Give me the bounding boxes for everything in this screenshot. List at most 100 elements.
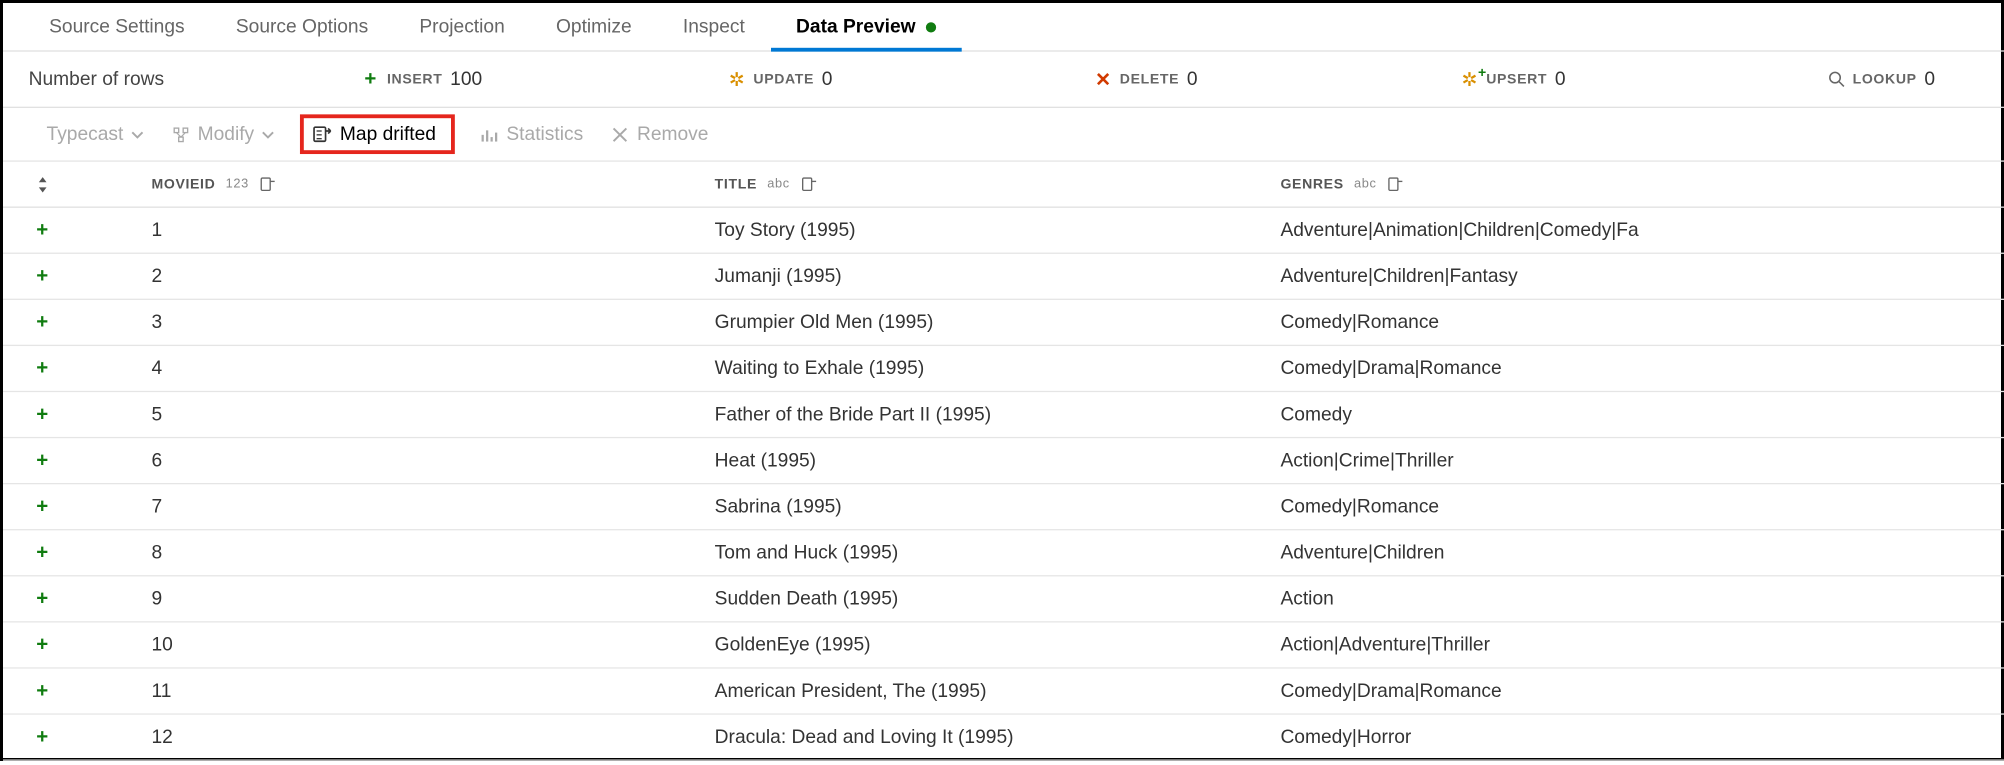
cell-title: American President, The (1995)	[715, 680, 1281, 702]
row-insert-marker: +	[36, 265, 151, 288]
stat-value: 0	[822, 68, 833, 90]
table-row[interactable]: +11American President, The (1995)Comedy|…	[3, 669, 2004, 715]
plus-icon: +	[36, 449, 48, 472]
stat-key: UPSERT	[1486, 71, 1547, 86]
cell-genres: Adventure|Animation|Children|Comedy|Fa	[1280, 219, 2004, 241]
cell-title: Father of the Bride Part II (1995)	[715, 404, 1281, 426]
column-title[interactable]: TITLE abc	[715, 175, 1281, 193]
stat-lookup: LOOKUP 0	[1827, 68, 2004, 90]
cell-movieid: 4	[151, 358, 714, 380]
cell-genres: Comedy|Drama|Romance	[1280, 680, 2004, 702]
plus-icon: +	[36, 587, 48, 610]
statistics-icon	[481, 125, 499, 143]
row-insert-marker: +	[36, 633, 151, 656]
cell-genres: Adventure|Children|Fantasy	[1280, 265, 2004, 287]
table-row[interactable]: +10GoldenEye (1995)Action|Adventure|Thri…	[3, 623, 2004, 669]
column-movieid[interactable]: MOVIEID 123	[151, 175, 714, 193]
tab-optimize[interactable]: Optimize	[530, 3, 657, 50]
remove-button[interactable]: Remove	[611, 123, 708, 145]
status-dot-icon	[926, 22, 936, 32]
row-insert-marker: +	[36, 449, 151, 472]
tab-source-options[interactable]: Source Options	[210, 3, 394, 50]
cell-genres: Comedy|Drama|Romance	[1280, 358, 2004, 380]
cell-movieid: 5	[151, 404, 714, 426]
cell-title: Sabrina (1995)	[715, 496, 1281, 518]
table-row[interactable]: +12Dracula: Dead and Loving It (1995)Com…	[3, 715, 2004, 761]
rows-label: Number of rows	[29, 68, 362, 90]
stat-key: UPDATE	[753, 71, 814, 86]
modify-icon	[172, 125, 190, 143]
plus-icon: +	[36, 495, 48, 518]
tool-label: Statistics	[506, 123, 583, 145]
stat-value: 0	[1187, 68, 1198, 90]
stat-key: DELETE	[1120, 71, 1179, 86]
cell-genres: Action|Crime|Thriller	[1280, 450, 2004, 472]
table-row[interactable]: +4Waiting to Exhale (1995)Comedy|Drama|R…	[3, 346, 2004, 392]
upsert-icon: ✲+	[1461, 70, 1479, 88]
stat-insert: + INSERT 100	[361, 68, 727, 90]
table-row[interactable]: +2Jumanji (1995)Adventure|Children|Fanta…	[3, 254, 2004, 300]
table-row[interactable]: +8Tom and Huck (1995)Adventure|Children	[3, 530, 2004, 576]
cell-title: Tom and Huck (1995)	[715, 542, 1281, 564]
cell-genres: Comedy|Horror	[1280, 726, 2004, 748]
stat-delete: ✕ DELETE 0	[1094, 68, 1460, 90]
cell-genres: Action|Adventure|Thriller	[1280, 634, 2004, 656]
modify-button[interactable]: Modify	[172, 123, 275, 145]
cell-movieid: 12	[151, 726, 714, 748]
sun-icon: ✲	[728, 70, 746, 88]
table-row[interactable]: +1Toy Story (1995)Adventure|Animation|Ch…	[3, 208, 2004, 254]
table-row[interactable]: +5Father of the Bride Part II (1995)Come…	[3, 392, 2004, 438]
table-row[interactable]: +9Sudden Death (1995)Action	[3, 576, 2004, 622]
cell-movieid: 8	[151, 542, 714, 564]
sort-column[interactable]	[36, 176, 151, 191]
row-insert-marker: +	[36, 726, 151, 749]
column-menu-icon[interactable]	[1387, 175, 1405, 193]
plus-icon: +	[36, 265, 48, 288]
stat-value: 0	[1555, 68, 1566, 90]
row-insert-marker: +	[36, 541, 151, 564]
tab-projection[interactable]: Projection	[394, 3, 531, 50]
column-menu-icon[interactable]	[800, 175, 818, 193]
tool-label: Map drifted	[340, 123, 436, 145]
cell-title: Toy Story (1995)	[715, 219, 1281, 241]
search-icon	[1827, 70, 1845, 88]
cell-title: Heat (1995)	[715, 450, 1281, 472]
tab-label: Projection	[419, 16, 504, 38]
column-label: GENRES	[1280, 176, 1343, 191]
cell-movieid: 11	[151, 680, 714, 702]
stat-value: 0	[1924, 68, 1935, 90]
stats-bar: Number of rows + INSERT 100 ✲ UPDATE 0 ✕…	[3, 52, 2004, 108]
map-drifted-button[interactable]: Map drifted	[300, 114, 455, 154]
column-menu-icon[interactable]	[259, 175, 277, 193]
row-insert-marker: +	[36, 357, 151, 380]
tab-label: Source Options	[236, 16, 368, 38]
type-badge: abc	[1354, 177, 1377, 191]
type-badge: abc	[767, 177, 790, 191]
plus-icon: +	[36, 219, 48, 242]
stat-key: INSERT	[387, 71, 442, 86]
cell-movieid: 10	[151, 634, 714, 656]
row-insert-marker: +	[36, 587, 151, 610]
table-row[interactable]: +3Grumpier Old Men (1995)Comedy|Romance	[3, 300, 2004, 346]
tab-label: Inspect	[683, 16, 745, 38]
table-row[interactable]: +6Heat (1995)Action|Crime|Thriller	[3, 438, 2004, 484]
typecast-button[interactable]: Typecast	[47, 123, 144, 145]
tool-label: Remove	[637, 123, 709, 145]
preview-toolbar: Typecast Modify Map drifted Statistics R…	[3, 108, 2004, 162]
plus-icon: +	[361, 70, 379, 88]
table-row[interactable]: +7Sabrina (1995)Comedy|Romance	[3, 484, 2004, 530]
tab-source-settings[interactable]: Source Settings	[23, 3, 210, 50]
column-label: TITLE	[715, 176, 757, 191]
cell-genres: Adventure|Children	[1280, 542, 2004, 564]
tab-label: Source Settings	[49, 16, 185, 38]
tab-inspect[interactable]: Inspect	[657, 3, 770, 50]
statistics-button[interactable]: Statistics	[481, 123, 583, 145]
plus-icon: +	[36, 633, 48, 656]
cell-title: Jumanji (1995)	[715, 265, 1281, 287]
cell-movieid: 9	[151, 588, 714, 610]
tab-data-preview[interactable]: Data Preview	[770, 3, 961, 50]
chevron-down-icon	[262, 128, 275, 141]
cell-genres: Action	[1280, 588, 2004, 610]
tool-label: Typecast	[47, 123, 124, 145]
column-genres[interactable]: GENRES abc	[1280, 175, 2004, 193]
